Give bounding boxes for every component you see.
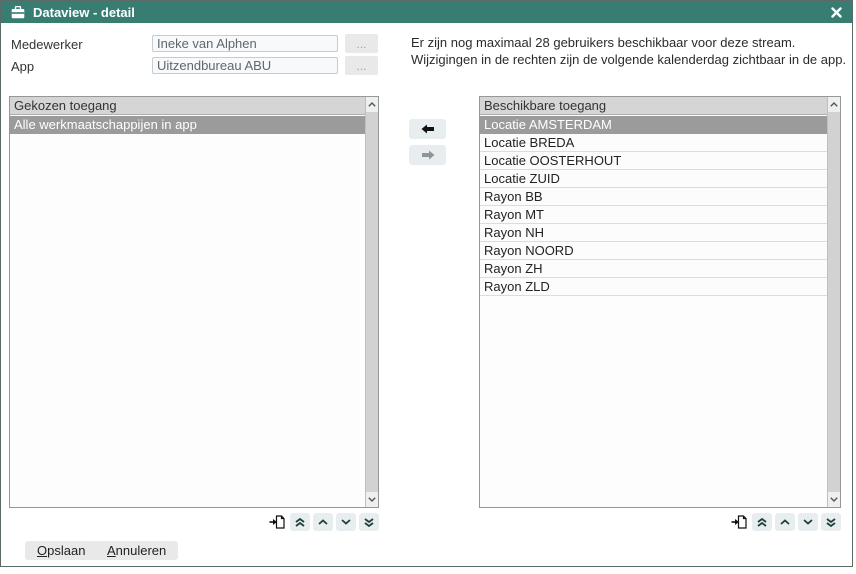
vertical-scrollbar[interactable]	[827, 97, 840, 507]
list-item[interactable]: Rayon NH	[480, 224, 827, 242]
app-browse-button[interactable]: ...	[345, 56, 378, 75]
chosen-access-rows: Alle werkmaatschappijen in app	[10, 116, 365, 507]
list-item[interactable]: Rayon BB	[480, 188, 827, 206]
list-item[interactable]: Rayon ZLD	[480, 278, 827, 296]
scroll-up-icon[interactable]	[366, 97, 378, 112]
available-list-toolbar	[479, 513, 841, 531]
move-up-icon[interactable]	[775, 513, 795, 531]
screen: Dataview - detail Medewerker ... App ...…	[0, 0, 856, 574]
arrow-left-icon	[421, 124, 435, 134]
app-label: App	[11, 59, 34, 74]
close-icon[interactable]	[831, 7, 842, 18]
move-bottom-icon[interactable]	[359, 513, 379, 531]
list-item[interactable]: Rayon MT	[480, 206, 827, 224]
save-button[interactable]: Opslaan	[25, 541, 97, 560]
info-line-1: Er zijn nog maximaal 28 gebruikers besch…	[411, 34, 846, 51]
scroll-up-icon[interactable]	[828, 97, 840, 112]
list-item[interactable]: Rayon ZH	[480, 260, 827, 278]
move-top-icon[interactable]	[290, 513, 310, 531]
move-down-icon[interactable]	[336, 513, 356, 531]
list-item[interactable]: Locatie ZUID	[480, 170, 827, 188]
vertical-scrollbar[interactable]	[365, 97, 378, 507]
move-right-button[interactable]	[409, 145, 446, 165]
chosen-access-listbox: Gekozen toegang Alle werkmaatschappijen …	[9, 96, 379, 508]
medewerker-browse-button[interactable]: ...	[345, 34, 378, 53]
app-field[interactable]	[152, 57, 338, 74]
list-item[interactable]: Alle werkmaatschappijen in app	[10, 116, 365, 134]
scroll-down-icon[interactable]	[828, 492, 840, 507]
toolbox-icon	[11, 6, 25, 19]
goto-record-icon[interactable]	[729, 513, 749, 531]
chosen-list-toolbar	[9, 513, 379, 531]
dataview-detail-dialog: Dataview - detail Medewerker ... App ...…	[0, 0, 853, 567]
medewerker-field[interactable]	[152, 35, 338, 52]
move-up-icon[interactable]	[313, 513, 333, 531]
chosen-access-header: Gekozen toegang	[10, 97, 365, 115]
medewerker-label: Medewerker	[11, 37, 83, 52]
list-item[interactable]: Locatie BREDA	[480, 134, 827, 152]
info-text: Er zijn nog maximaal 28 gebruikers besch…	[411, 34, 846, 68]
move-top-icon[interactable]	[752, 513, 772, 531]
info-line-2: Wijzigingen in de rechten zijn de volgen…	[411, 51, 846, 68]
goto-record-icon[interactable]	[267, 513, 287, 531]
available-access-header: Beschikbare toegang	[480, 97, 827, 115]
list-item[interactable]: Locatie AMSTERDAM	[480, 116, 827, 134]
move-bottom-icon[interactable]	[821, 513, 841, 531]
title-bar: Dataview - detail	[1, 1, 852, 23]
list-item[interactable]: Rayon NOORD	[480, 242, 827, 260]
move-left-button[interactable]	[409, 119, 446, 139]
available-access-rows: Locatie AMSTERDAMLocatie BREDALocatie OO…	[480, 116, 827, 507]
arrow-right-icon	[421, 150, 435, 160]
scroll-down-icon[interactable]	[366, 492, 378, 507]
available-access-listbox: Beschikbare toegang Locatie AMSTERDAMLoc…	[479, 96, 841, 508]
list-item[interactable]: Locatie OOSTERHOUT	[480, 152, 827, 170]
move-down-icon[interactable]	[798, 513, 818, 531]
dialog-title: Dataview - detail	[33, 5, 135, 20]
cancel-button[interactable]: Annuleren	[95, 541, 178, 560]
